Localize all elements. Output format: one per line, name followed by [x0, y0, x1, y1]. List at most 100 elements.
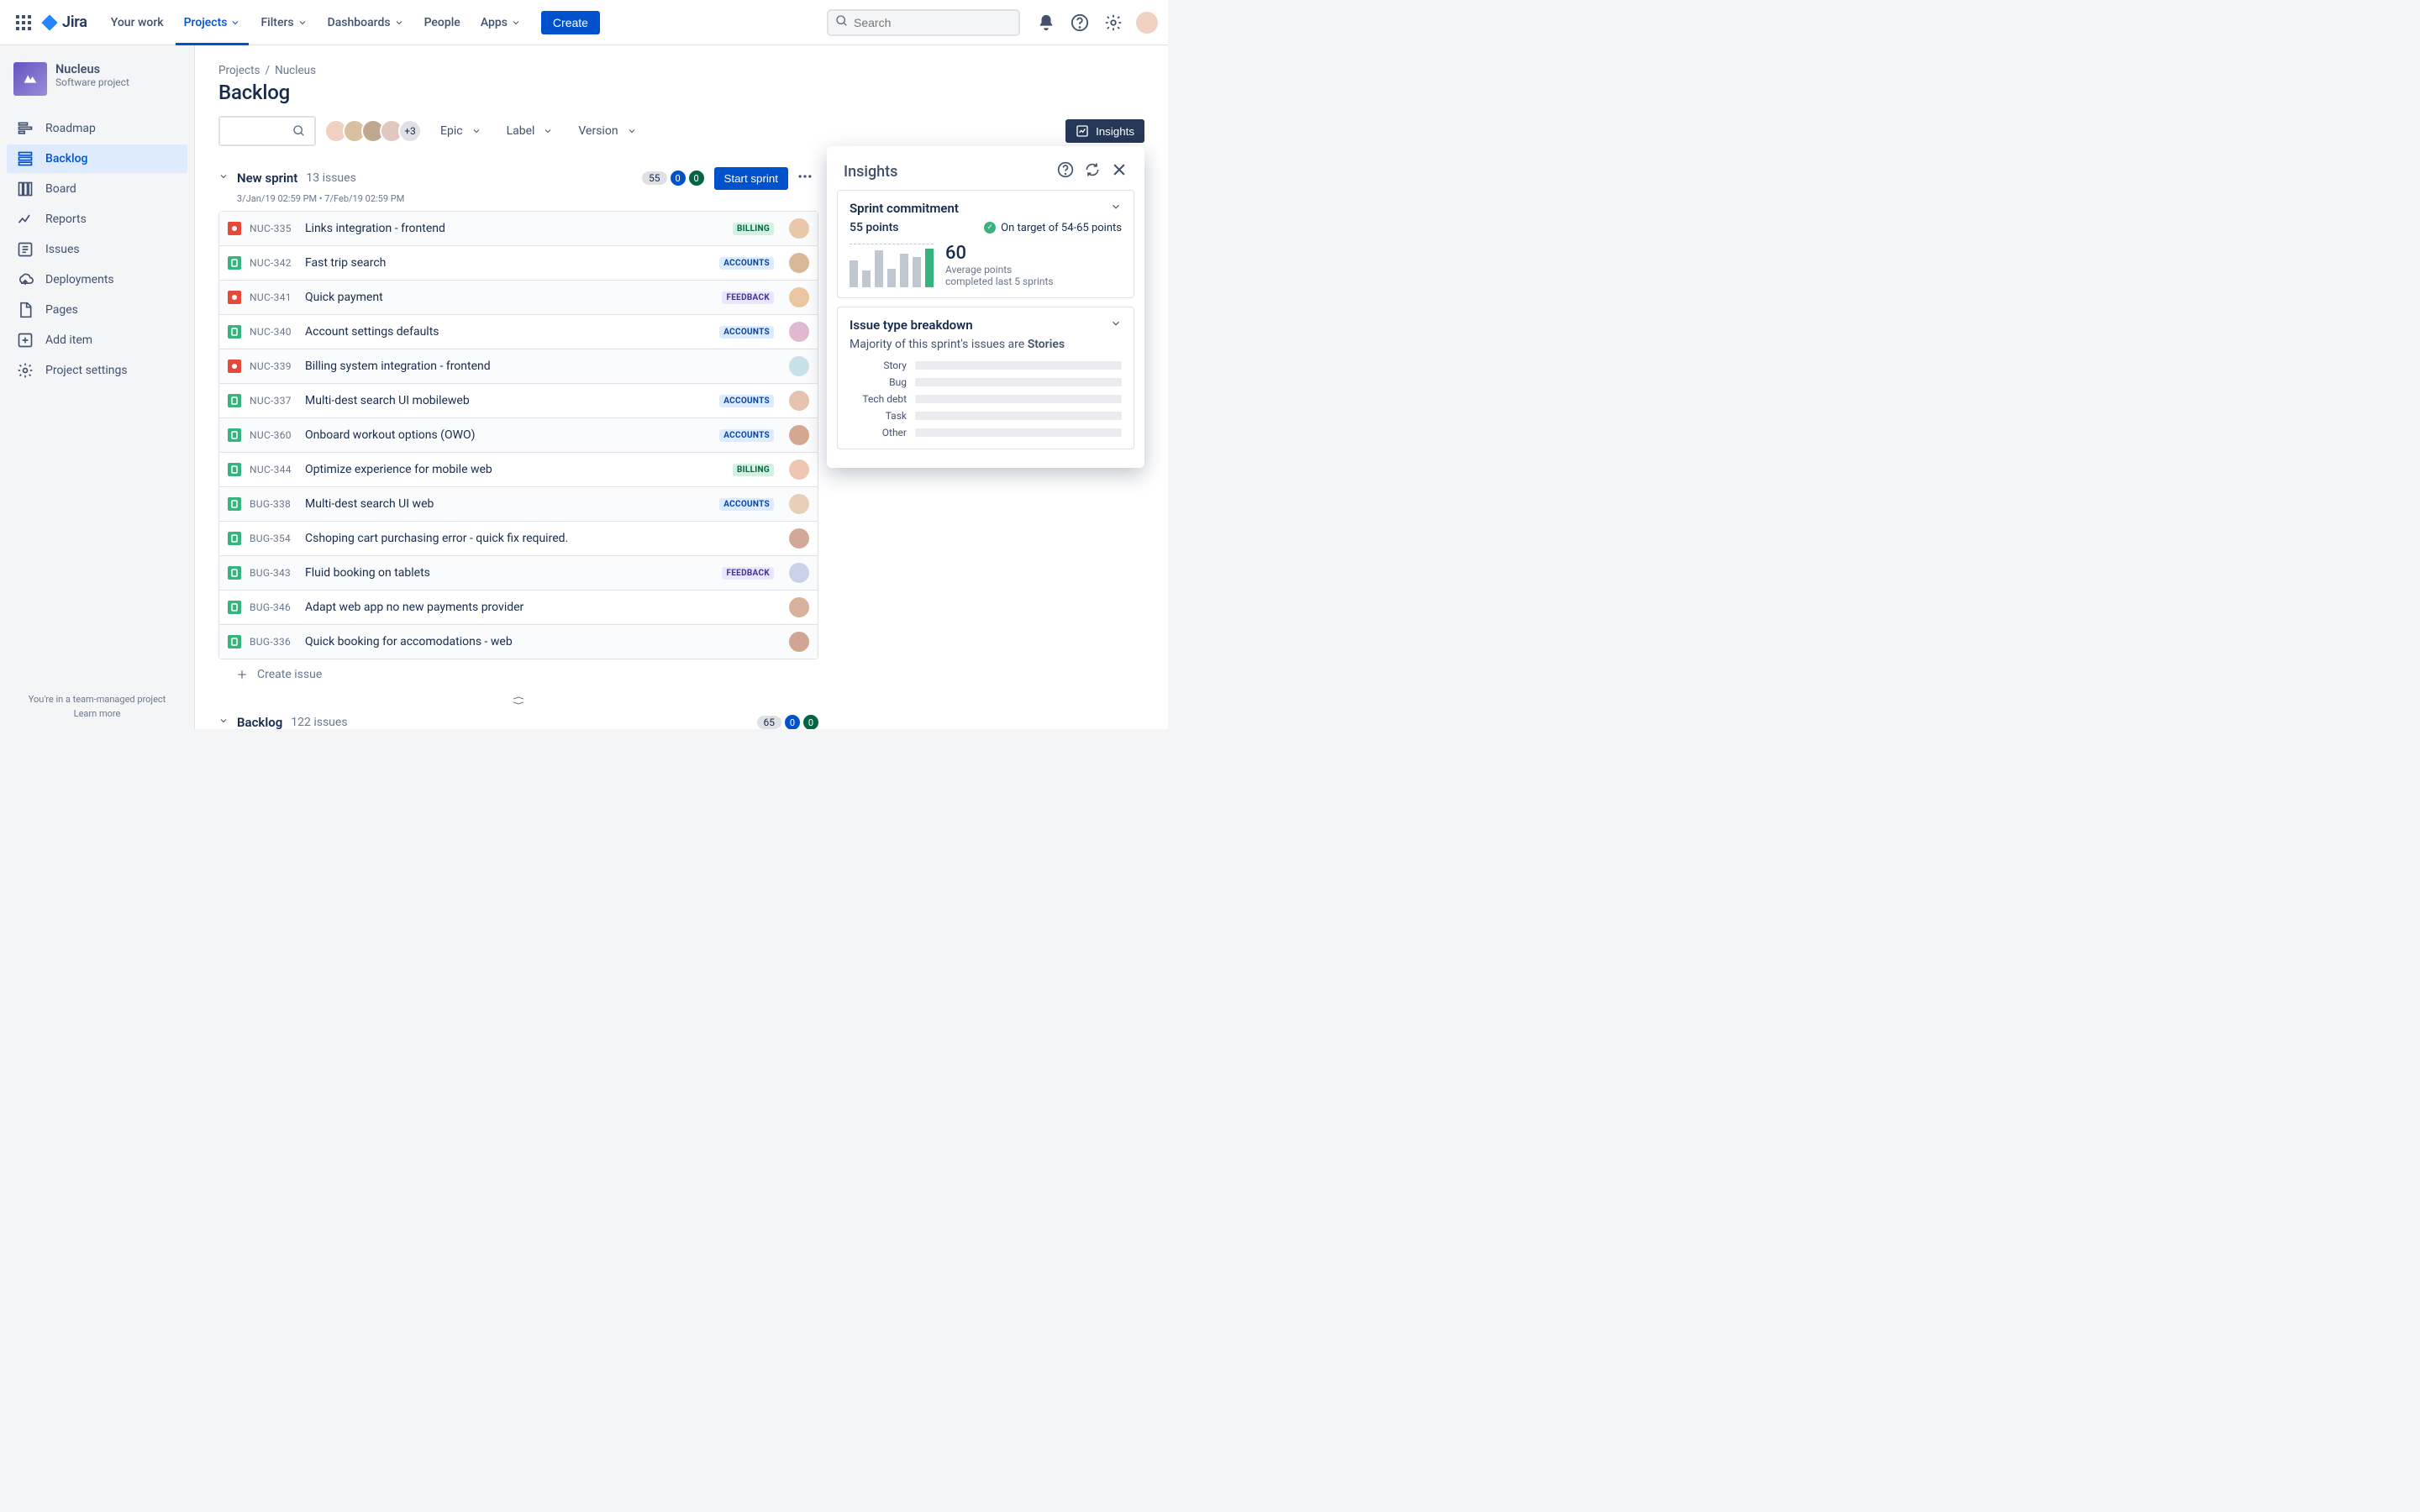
sidebar-item-board[interactable]: Board: [7, 175, 187, 203]
start-sprint-button[interactable]: Start sprint: [714, 167, 788, 190]
sidebar-item-add-item[interactable]: Add item: [7, 326, 187, 354]
filter-avatar-more[interactable]: +3: [398, 119, 422, 143]
issue-row[interactable]: NUC-344Optimize experience for mobile we…: [219, 453, 818, 487]
issue-row[interactable]: NUC-339 Billing system integration - fron…: [219, 349, 818, 384]
issue-row[interactable]: NUC-342Fast trip searchACCOUNTS: [219, 246, 818, 281]
issue-key: BUG-336: [250, 636, 297, 648]
label-filter[interactable]: Label: [500, 124, 560, 138]
backlog-search[interactable]: [218, 116, 316, 146]
story-icon: [228, 428, 241, 442]
search-icon: [835, 14, 849, 31]
breakdown-row: Bug: [850, 376, 1122, 388]
issue-row[interactable]: BUG-336 Quick booking for accomodations -…: [219, 625, 818, 659]
pages-icon: [17, 302, 34, 318]
issue-key: NUC-339: [250, 360, 297, 372]
sidebar-item-roadmap[interactable]: Roadmap: [7, 114, 187, 143]
issue-row[interactable]: BUG-346Adapt web app no new payments pro…: [219, 591, 818, 625]
breadcrumb-project[interactable]: Nucleus: [275, 64, 316, 77]
breakdown-collapse-icon[interactable]: [1110, 318, 1122, 333]
nav-dashboards[interactable]: Dashboards: [319, 0, 413, 45]
sidebar-item-issues[interactable]: Issues: [7, 235, 187, 264]
assignee-avatar[interactable]: [789, 597, 809, 617]
commitment-points: 55 points: [850, 221, 898, 234]
commitment-status: ✓ On target of 54-65 points: [984, 222, 1122, 234]
story-icon: [228, 256, 241, 270]
nav-your-work[interactable]: Your work: [103, 0, 172, 45]
nav-apps[interactable]: Apps: [472, 0, 529, 45]
project-icon: [13, 62, 47, 96]
breakdown-row: Other: [850, 427, 1122, 438]
sidebar-item-reports[interactable]: Reports: [7, 205, 187, 234]
user-avatar[interactable]: [1136, 12, 1158, 34]
issue-row[interactable]: BUG-338Multi-dest search UI webACCOUNTS: [219, 487, 818, 522]
issue-tag: BILLING: [733, 464, 774, 476]
issue-tag: ACCOUNTS: [719, 395, 774, 407]
create-issue-row[interactable]: Create issue: [218, 659, 818, 690]
assignee-avatar[interactable]: [789, 253, 809, 273]
app-switcher-icon[interactable]: [10, 9, 37, 36]
panel-close-icon[interactable]: [1111, 161, 1128, 181]
sprint-bar: [887, 269, 896, 287]
help-icon[interactable]: [1069, 12, 1091, 34]
issue-key: BUG-354: [250, 533, 297, 544]
learn-more-link[interactable]: Learn more: [10, 708, 184, 719]
jira-logo[interactable]: Jira: [40, 13, 87, 32]
commitment-collapse-icon[interactable]: [1110, 201, 1122, 216]
issue-key: BUG-343: [250, 567, 297, 579]
reports-icon: [17, 211, 34, 228]
issue-tag: ACCOUNTS: [719, 257, 774, 270]
drag-divider[interactable]: [218, 695, 818, 706]
assignee-avatars[interactable]: +3: [329, 119, 422, 143]
backlog-toggle[interactable]: [218, 716, 229, 729]
assignee-avatar[interactable]: [789, 356, 809, 376]
epic-filter[interactable]: Epic: [434, 124, 488, 138]
issue-tag: ACCOUNTS: [719, 429, 774, 442]
issue-row[interactable]: BUG-354Cshoping cart purchasing error - …: [219, 522, 818, 556]
issue-title: Fast trip search: [305, 256, 386, 270]
story-icon: [228, 325, 241, 339]
issue-title: Billing system integration - frontend: [305, 360, 491, 373]
assignee-avatar[interactable]: [789, 528, 809, 549]
nav-filters[interactable]: Filters: [252, 0, 315, 45]
assignee-avatar[interactable]: [789, 218, 809, 239]
assignee-avatar[interactable]: [789, 391, 809, 411]
issue-row[interactable]: NUC-335Links integration - frontendBILLI…: [219, 212, 818, 246]
sprint-more-icon[interactable]: [792, 165, 818, 192]
sprint-toggle[interactable]: [218, 171, 229, 185]
assignee-avatar[interactable]: [789, 494, 809, 514]
assignee-avatar[interactable]: [789, 632, 809, 652]
issue-row[interactable]: BUG-343Fluid booking on tabletsFEEDBACK: [219, 556, 818, 591]
bug-icon: [228, 360, 241, 373]
sprint-points: 55: [642, 171, 667, 185]
nav-people[interactable]: People: [416, 0, 469, 45]
insights-button[interactable]: Insights: [1065, 119, 1144, 143]
issue-title: Quick booking for accomodations - web: [305, 635, 513, 648]
sidebar-item-backlog[interactable]: Backlog: [7, 144, 187, 173]
search-box[interactable]: [827, 9, 1020, 36]
sidebar-item-deployments[interactable]: Deployments: [7, 265, 187, 294]
create-button[interactable]: Create: [541, 11, 600, 34]
assignee-avatar[interactable]: [789, 287, 809, 307]
notifications-icon[interactable]: [1035, 12, 1057, 34]
issue-row[interactable]: NUC-340Account settings defaultsACCOUNTS: [219, 315, 818, 349]
panel-refresh-icon[interactable]: [1084, 161, 1101, 181]
issue-row[interactable]: NUC-341Quick paymentFEEDBACK: [219, 281, 818, 315]
sprint-issues-list: NUC-335Links integration - frontendBILLI…: [218, 211, 818, 659]
assignee-avatar[interactable]: [789, 425, 809, 445]
issue-row[interactable]: NUC-360Onboard workout options (OWO)ACCO…: [219, 418, 818, 453]
settings-icon[interactable]: [1102, 12, 1124, 34]
search-input[interactable]: [854, 16, 1012, 29]
assignee-avatar[interactable]: [789, 563, 809, 583]
breadcrumb-projects[interactable]: Projects: [218, 64, 260, 77]
assignee-avatar[interactable]: [789, 459, 809, 480]
sidebar-item-project-settings[interactable]: Project settings: [7, 356, 187, 385]
nav-projects[interactable]: Projects: [176, 0, 250, 45]
backlog-icon: [17, 150, 34, 167]
sprint-bar: [913, 257, 921, 287]
sidebar-item-pages[interactable]: Pages: [7, 296, 187, 324]
issue-row[interactable]: NUC-337Multi-dest search UI mobilewebACC…: [219, 384, 818, 418]
issue-tag: BILLING: [733, 223, 774, 235]
panel-help-icon[interactable]: [1057, 161, 1074, 181]
version-filter[interactable]: Version: [571, 124, 643, 138]
assignee-avatar[interactable]: [789, 322, 809, 342]
